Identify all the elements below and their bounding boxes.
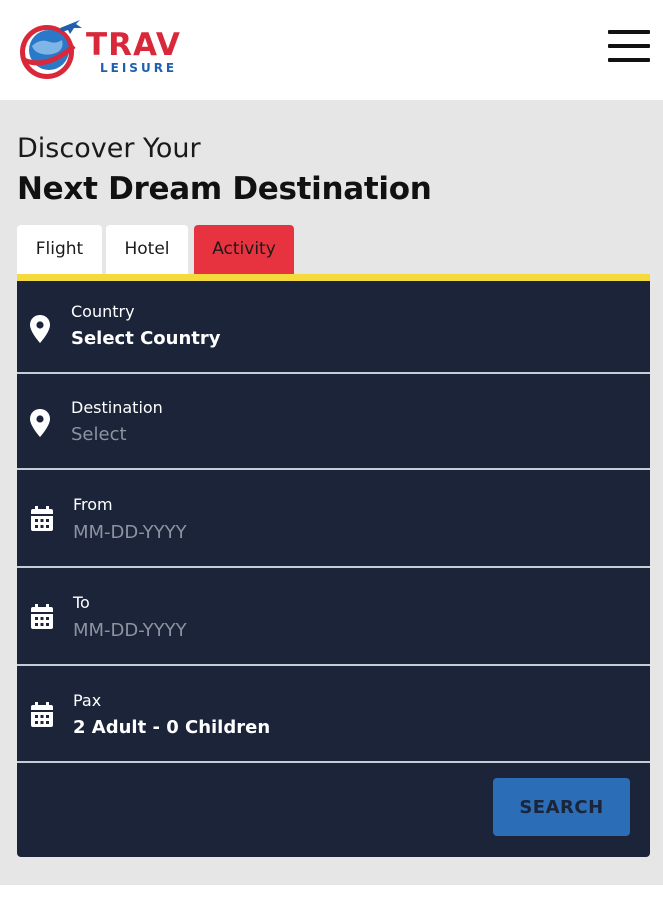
destination-select[interactable]: Select (71, 423, 611, 447)
tab-hotel[interactable]: Hotel (106, 225, 188, 274)
calendar-icon (31, 702, 53, 727)
tab-activity[interactable]: Activity (194, 225, 294, 274)
menu-icon[interactable] (608, 30, 652, 64)
pax-field[interactable]: Pax 2 Adult - 0 Children (17, 666, 650, 763)
to-label: To (73, 593, 90, 612)
destination-field[interactable]: Destination Select (17, 374, 650, 470)
calendar-icon (31, 506, 53, 531)
menu-bar (608, 30, 650, 34)
brand-logo[interactable]: TRAV LEISURE (16, 14, 206, 84)
from-date-field[interactable]: From (17, 470, 650, 568)
site-header: TRAV LEISURE (0, 0, 663, 100)
to-date-field[interactable]: To (17, 568, 650, 666)
hero-subtitle: Discover Your (17, 133, 201, 164)
hero-section: Discover Your Next Dream Destination Fli… (0, 100, 663, 885)
from-date-input[interactable] (73, 521, 613, 545)
country-field[interactable]: Country Select Country (17, 281, 650, 374)
destination-label: Destination (71, 398, 163, 417)
brand-tagline: LEISURE (100, 61, 178, 75)
country-select[interactable]: Select Country (71, 327, 611, 351)
to-date-input[interactable] (73, 619, 613, 643)
calendar-icon (31, 604, 53, 629)
search-button[interactable]: SEARCH (493, 778, 630, 836)
activity-search-form: Country Select Country Destination Selec… (17, 274, 650, 857)
brand-name: TRAV (86, 27, 181, 63)
menu-bar (608, 58, 650, 62)
map-pin-icon (30, 315, 50, 343)
country-label: Country (71, 302, 135, 321)
pax-select[interactable]: 2 Adult - 0 Children (73, 716, 613, 740)
pax-label: Pax (73, 691, 102, 710)
hero-title: Next Dream Destination (17, 171, 432, 207)
menu-bar (608, 44, 650, 48)
tab-flight[interactable]: Flight (17, 225, 102, 274)
map-pin-icon (30, 409, 50, 437)
globe-plane-icon (20, 20, 82, 79)
from-label: From (73, 495, 113, 514)
